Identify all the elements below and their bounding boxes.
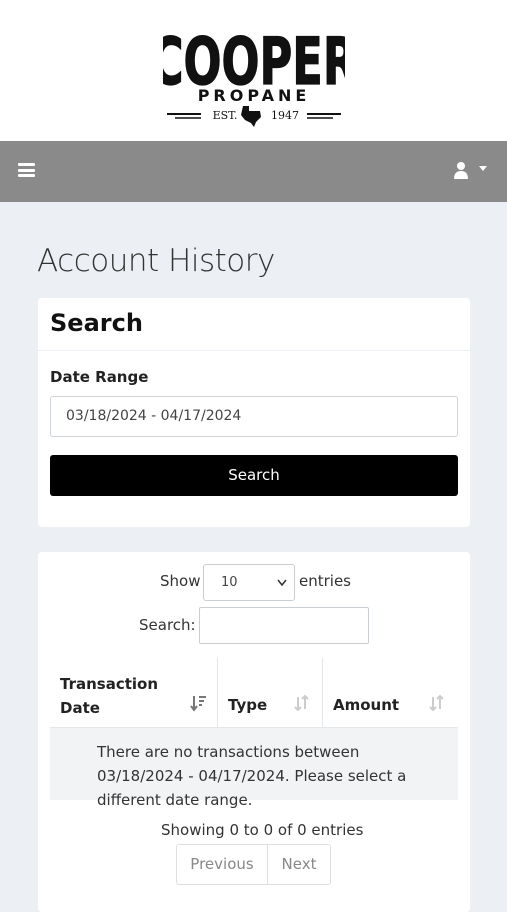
column-header-type[interactable]: Type: [218, 658, 323, 728]
date-range-input[interactable]: 03/18/2024 - 04/17/2024: [50, 396, 458, 437]
table-filter-input[interactable]: [199, 607, 369, 644]
empty-message: There are no transactions between 03/18/…: [97, 743, 407, 809]
transactions-card: Show 10 entries Search: Transaction Date…: [38, 552, 470, 912]
previous-page-button[interactable]: Previous: [176, 844, 268, 885]
page-length-value: 10: [221, 575, 238, 590]
sort-desc-icon: [190, 696, 206, 712]
logo-est: EST.: [213, 109, 238, 122]
logo-year: 1947: [271, 109, 299, 122]
column-header-transaction-date[interactable]: Transaction Date: [50, 658, 218, 728]
hamburger-icon[interactable]: [18, 163, 35, 177]
table-info: Showing 0 to 0 of 0 entries: [161, 821, 364, 839]
column-label: Type: [228, 696, 268, 714]
column-header-amount[interactable]: Amount: [323, 658, 458, 728]
chevron-down-icon: [277, 579, 287, 587]
column-label: Amount: [333, 696, 400, 714]
logo-subtitle: PROPANE: [198, 86, 311, 105]
show-label: Show: [160, 572, 201, 590]
texas-icon: [241, 106, 261, 127]
search-card-title: Search: [50, 309, 143, 337]
caret-down-icon: [479, 166, 487, 171]
entries-label: entries: [299, 572, 351, 590]
table-header: Transaction Date Type Amount: [50, 658, 458, 728]
page-length-select[interactable]: 10: [203, 564, 295, 601]
sort-both-icon: [429, 694, 444, 712]
next-page-button[interactable]: Next: [267, 844, 331, 885]
table-filter-label: Search:: [139, 616, 196, 634]
user-icon: [454, 162, 468, 179]
table-empty-row: There are no transactions between 03/18/…: [50, 728, 458, 809]
search-button[interactable]: Search: [50, 455, 458, 496]
sort-both-icon: [294, 694, 309, 712]
page-title: Account History: [37, 243, 275, 279]
logo-bar: COOPER PROPANE EST. 1947: [0, 0, 507, 141]
date-range-label: Date Range: [50, 368, 149, 386]
top-navbar: [0, 141, 507, 202]
company-logo[interactable]: COOPER PROPANE EST. 1947: [163, 18, 345, 128]
user-menu[interactable]: [450, 160, 492, 182]
search-card: Search Date Range 03/18/2024 - 04/17/202…: [38, 298, 470, 527]
search-card-header: Search: [38, 298, 470, 351]
column-label: Transaction Date: [60, 675, 159, 717]
